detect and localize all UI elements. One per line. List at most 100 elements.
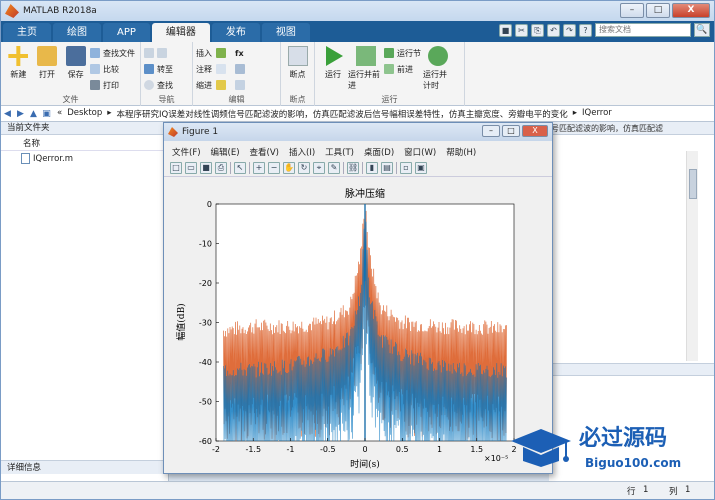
figure-minimize-button[interactable]: – [482,125,500,137]
hide-tools-icon[interactable]: ▫ [400,161,412,174]
x-tick-label: 1.5 [470,445,483,454]
comment-button[interactable]: 注释 [196,62,231,76]
indent-button[interactable]: 缩进 [196,78,231,92]
goto-icon [144,64,154,74]
x-tick-label: -1 [287,445,295,454]
save-quick-icon[interactable]: ■ [499,23,512,37]
colorbar-icon[interactable]: ▮ [366,161,378,174]
menu-help[interactable]: 帮助(H) [446,146,476,158]
run-time-icon [428,46,448,66]
compare-button[interactable]: 比较 [90,62,137,76]
address-bar: ◀ ▶ ▲ ▣ « Desktop ▸ 本程序研究IQ误差对线性调频信号匹配滤波… [1,106,714,122]
figure-maximize-button[interactable]: □ [502,125,520,137]
file-item[interactable]: IQerror.m [1,151,168,166]
path-segment[interactable]: Desktop [67,108,102,120]
menu-edit[interactable]: 编辑(E) [211,146,240,158]
figure-logo-icon [168,127,178,137]
tab-editor[interactable]: 编辑器 [151,23,210,42]
search-icon[interactable]: 🔍 [694,23,710,37]
figure-toolbar: □ ▭ ■ ⎙ ↖ + − ✋ ↻ ⌖ ✎ ⛓ ▮ ▤ ▫ ▣ [164,159,552,177]
save-icon[interactable]: ■ [200,161,212,174]
figure-close-button[interactable]: X [522,125,548,137]
advance-icon [384,64,394,74]
tab-publish[interactable]: 发布 [211,23,260,42]
row-label: 行 [627,487,636,497]
back-forward[interactable] [144,46,175,60]
vertical-scrollbar[interactable] [686,151,698,361]
redo-quick-icon[interactable]: ↷ [563,23,576,37]
menu-desktop[interactable]: 桌面(D) [364,146,394,158]
minimize-button[interactable]: – [620,3,644,18]
rotate-icon[interactable]: ↻ [298,161,310,174]
app-title: MATLAB R2018a [23,6,97,16]
panel-title: 当前文件夹 [1,122,168,135]
advance-button[interactable]: 前进 [384,62,423,76]
insert-button[interactable]: 插入 [196,46,231,60]
scroll-thumb[interactable] [689,169,697,199]
current-folder-panel: 当前文件夹 名称 IQerror.m 详细信息 [1,122,169,492]
smart-indent-icon [235,80,245,90]
show-tools-icon[interactable]: ▣ [415,161,427,174]
new-icon[interactable]: □ [170,161,182,174]
y-tick-label: -60 [199,437,212,446]
open-icon[interactable]: ▭ [185,161,197,174]
brush-icon[interactable]: ✎ [328,161,340,174]
tab-plots[interactable]: 绘图 [53,23,101,42]
forward-nav-icon [157,48,167,58]
plot-figure: -2 -1.5 -1 -0.5 0 0.5 1 1.5 20-10-20-30-40-50-60… [164,177,552,473]
data-cursor-icon[interactable]: ⌖ [313,161,325,174]
x-tick-label: -1.5 [245,445,261,454]
figure-title-bar: Figure 1 – □ X [164,123,552,141]
pointer-icon[interactable]: ↖ [234,161,246,174]
print-icon[interactable]: ⎙ [215,161,227,174]
column-header-name[interactable]: 名称 [1,135,168,151]
uncomment-button[interactable] [235,62,250,76]
up-folder-icon[interactable]: ▲ [27,109,40,119]
command-window-header [549,363,714,376]
path-segment[interactable]: 本程序研究IQ误差对线性调频信号匹配滤波的影响，仿真匹配滤波后信号幅相误差特性，… [117,108,568,120]
menu-file[interactable]: 文件(F) [172,146,201,158]
link-icon[interactable]: ⛓ [347,161,359,174]
breakpoint-group-label: 断点 [289,95,306,104]
smart-indent-button[interactable] [235,78,250,92]
ribbon: 新建 打开 保存 查找文件 比较 打印 文件 转至 查找 导航 插入 注释 缩进 [1,42,714,106]
help-icon[interactable]: ? [579,23,592,37]
back-icon[interactable]: ◀ [1,109,14,119]
print-button[interactable]: 打印 [90,78,137,92]
row-value: 1 [643,485,649,495]
goto-button[interactable]: 转至 [144,62,175,76]
toolbar-separator [362,161,363,174]
menu-window[interactable]: 窗口(W) [404,146,436,158]
find-button[interactable]: 查找 [144,78,175,92]
toolbar-separator [249,161,250,174]
zoom-out-icon[interactable]: − [268,161,280,174]
fx-button[interactable]: fx [235,46,250,60]
forward-icon[interactable]: ▶ [14,109,27,119]
pan-icon[interactable]: ✋ [283,161,295,174]
close-button[interactable]: X [672,3,710,18]
details-panel[interactable]: 详细信息 [1,460,168,474]
editor-tab-strip[interactable]: 号匹配滤波的影响，仿真匹配滤 [549,122,714,135]
legend-icon[interactable]: ▤ [381,161,393,174]
menu-view[interactable]: 查看(V) [250,146,279,158]
tab-view[interactable]: 视图 [261,23,310,42]
tab-home[interactable]: 主页 [3,23,51,42]
menu-tools[interactable]: 工具(T) [325,146,354,158]
tab-apps[interactable]: APP [103,23,150,42]
x-tick-label: 0 [362,445,367,454]
find-files-button[interactable]: 查找文件 [90,46,137,60]
maximize-button[interactable]: □ [646,3,670,18]
cut-quick-icon[interactable]: ✂ [515,23,528,37]
y-tick-label: -30 [199,319,212,328]
copy-quick-icon[interactable]: ⎘ [531,23,544,37]
file-group: 新建 打开 保存 查找文件 比较 打印 文件 [1,42,141,106]
run-section-button[interactable]: 运行节 [384,46,423,60]
search-input[interactable]: 搜索文档 [595,23,691,37]
menu-insert[interactable]: 插入(I) [289,146,315,158]
col-label: 列 [669,487,678,497]
browse-folder-icon[interactable]: ▣ [40,109,53,119]
undo-quick-icon[interactable]: ↶ [547,23,560,37]
zoom-in-icon[interactable]: + [253,161,265,174]
x-axis-label: 时间(s) [350,458,380,470]
path-segment[interactable]: IQerror [582,108,612,120]
